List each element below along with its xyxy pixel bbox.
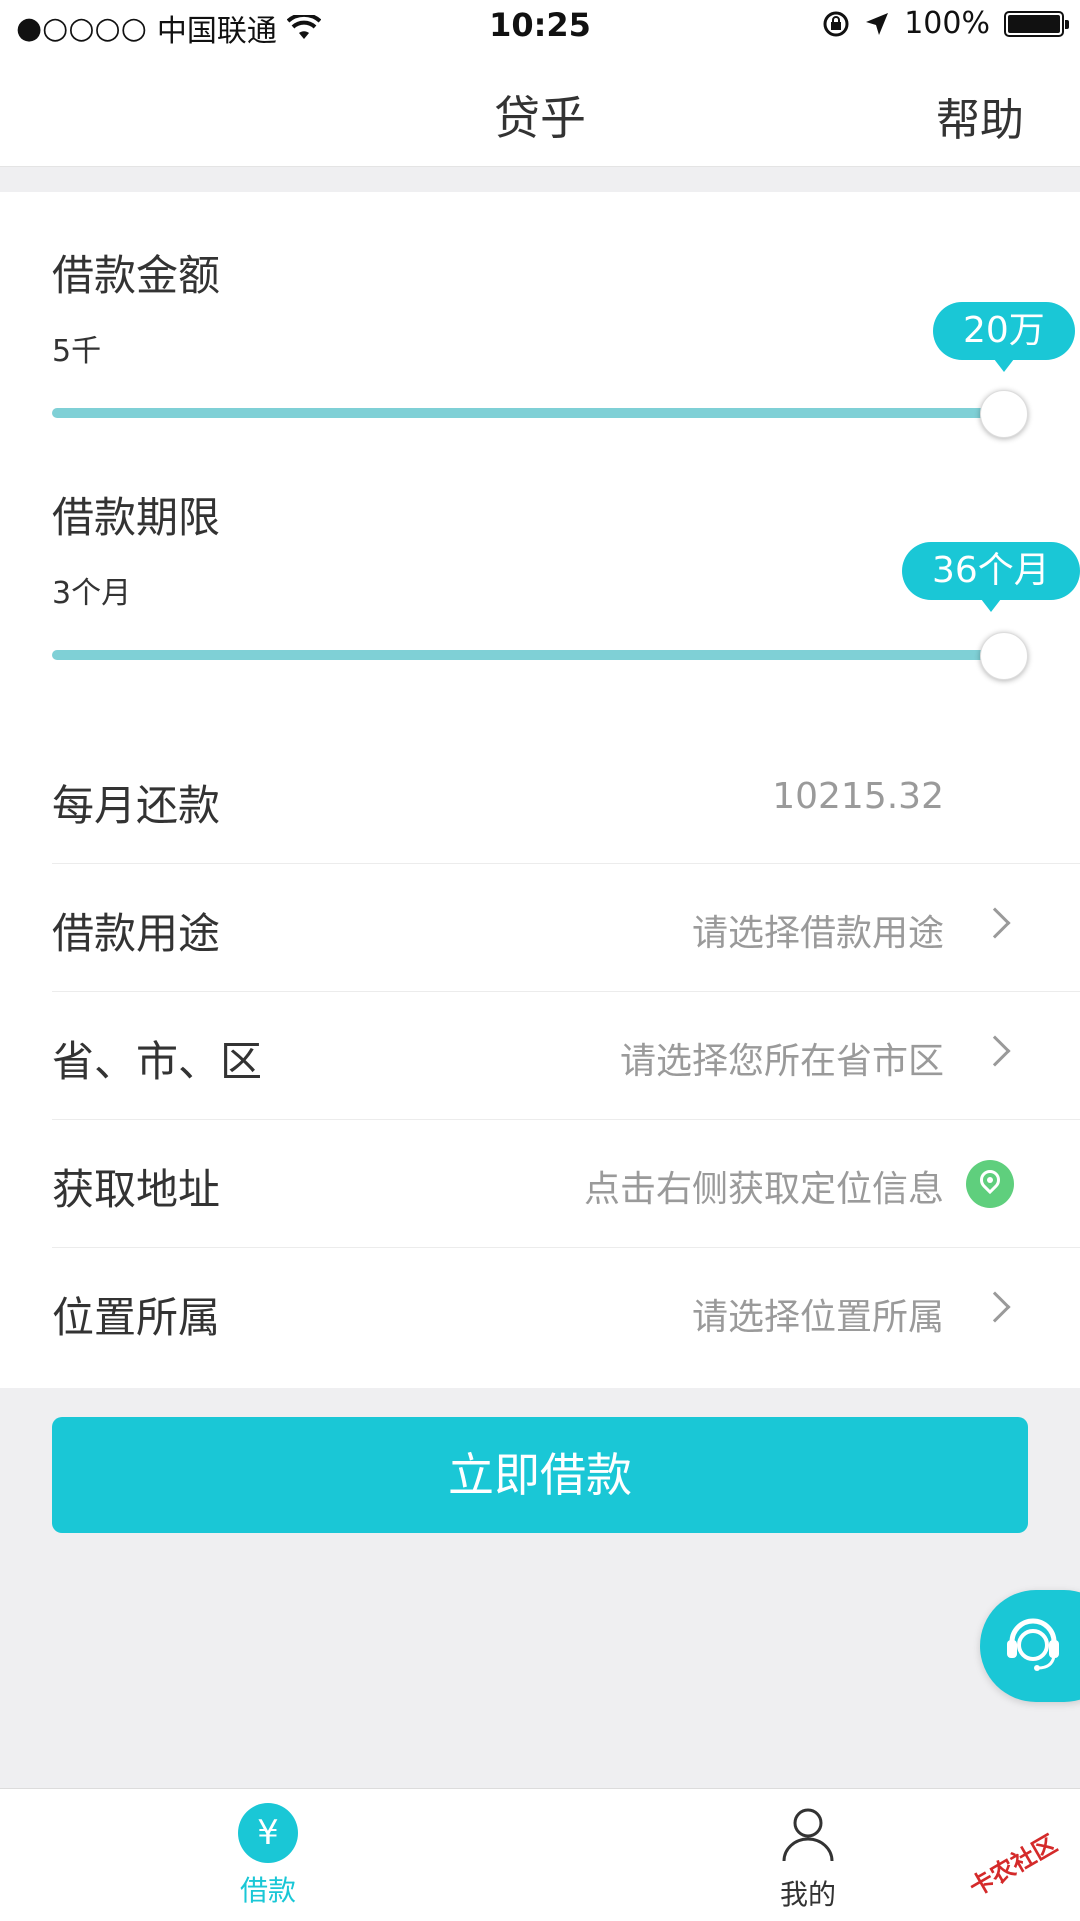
- loan-term-slider-track[interactable]: [52, 650, 1004, 660]
- loan-amount-slider-thumb[interactable]: [980, 390, 1028, 438]
- borrow-now-button[interactable]: 立即借款: [52, 1417, 1028, 1533]
- address-label: 获取地址: [52, 1165, 221, 1214]
- chevron-right-icon: [979, 1035, 1011, 1067]
- loan-term-value-bubble: 36个月: [902, 542, 1080, 612]
- status-right: 100%: [822, 6, 1069, 41]
- headset-agent-icon: [1007, 1618, 1059, 1671]
- loan-amount-slider-track[interactable]: [52, 408, 1004, 418]
- customer-service-button[interactable]: [980, 1590, 1080, 1702]
- user-icon: [782, 1808, 834, 1862]
- address-row: 获取地址 点击右侧获取定位信息: [52, 1120, 1080, 1248]
- loan-term-title: 借款期限: [52, 493, 221, 542]
- region-row[interactable]: 省、市、区 请选择您所在省市区: [52, 992, 1080, 1120]
- loan-purpose-placeholder: 请选择借款用途: [691, 913, 944, 954]
- monthly-payment-value: 10215.32: [772, 776, 944, 817]
- chevron-right-icon: [979, 1291, 1011, 1323]
- address-placeholder: 点击右侧获取定位信息: [583, 1169, 944, 1210]
- location-arrow-icon: [866, 12, 889, 35]
- chevron-right-icon: [979, 907, 1011, 939]
- loan-purpose-row[interactable]: 借款用途 请选择借款用途: [52, 864, 1080, 992]
- loan-term-slider-thumb[interactable]: [980, 632, 1028, 680]
- yen-icon: ¥: [238, 1803, 298, 1863]
- help-button[interactable]: 帮助: [936, 84, 1024, 148]
- monthly-payment-row: 每月还款 10215.32: [52, 736, 1080, 864]
- tab-loan-label: 借款: [239, 1874, 296, 1907]
- region-placeholder: 请选择您所在省市区: [619, 1041, 944, 1082]
- loan-term-min-label: 3个月: [52, 576, 132, 611]
- loan-amount-min-label: 5千: [52, 334, 102, 369]
- tab-bar: ¥ 借款 我的: [0, 1788, 1080, 1921]
- loan-purpose-label: 借款用途: [52, 909, 221, 958]
- tab-mine-label: 我的: [779, 1878, 836, 1911]
- location-type-row[interactable]: 位置所属 请选择位置所属: [52, 1248, 1080, 1376]
- location-pin-icon[interactable]: [966, 1160, 1014, 1208]
- tab-mine[interactable]: 我的: [708, 1803, 908, 1913]
- monthly-payment-label: 每月还款: [52, 781, 221, 830]
- region-label: 省、市、区: [52, 1037, 263, 1086]
- orientation-lock-icon: [823, 11, 849, 36]
- nav-bar: 贷乎 帮助: [0, 54, 1080, 167]
- loan-amount-value-bubble: 20万: [933, 302, 1075, 372]
- location-type-label: 位置所属: [52, 1293, 221, 1342]
- battery-percent: 100%: [904, 6, 990, 41]
- location-type-placeholder: 请选择位置所属: [691, 1297, 944, 1338]
- page-title: 贷乎: [494, 91, 586, 145]
- tab-loan[interactable]: ¥ 借款: [168, 1803, 368, 1909]
- loan-amount-title: 借款金额: [52, 251, 221, 300]
- battery-icon: [1004, 10, 1069, 37]
- status-bar: ●○○○○ 中国联通 10:25 100%: [0, 0, 1080, 54]
